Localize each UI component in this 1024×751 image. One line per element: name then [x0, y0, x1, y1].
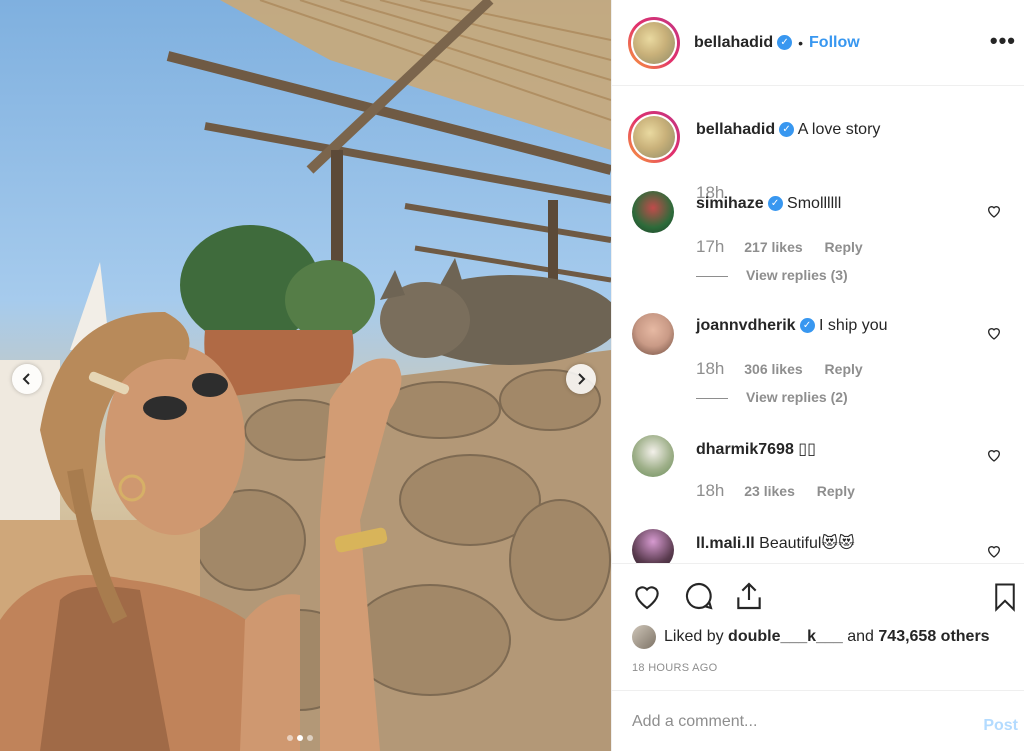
comment-meta: 18h 23 likes Reply	[696, 481, 855, 501]
post-panel: bellahadid ✓ • Follow ••• bellahadid ✓ A …	[611, 0, 1024, 751]
add-comment-bar: Post	[612, 690, 1024, 751]
comment-body: Smollllll	[787, 195, 842, 212]
carousel-next-button[interactable]	[566, 364, 596, 394]
carousel-dot-active	[297, 735, 303, 741]
comment-text: joannvdherik ✓ I ship you	[696, 317, 888, 335]
photo-illustration	[0, 0, 611, 751]
commenter-username[interactable]: dharmik7698	[696, 441, 794, 458]
comment-bubble-icon[interactable]	[682, 580, 716, 612]
post-photo[interactable]	[0, 0, 611, 751]
likes-middle: and	[847, 628, 874, 645]
comment-time[interactable]: 18h	[696, 481, 724, 500]
comment-text: simihaze ✓ Smollllll	[696, 195, 841, 213]
follow-button[interactable]: Follow	[809, 34, 860, 52]
action-bar	[612, 563, 1024, 625]
carousel-indicator	[287, 735, 313, 741]
reply-button[interactable]: Reply	[825, 239, 863, 255]
heart-icon[interactable]	[986, 447, 1002, 463]
reply-button[interactable]: Reply	[817, 483, 855, 499]
commenter-username[interactable]: joannvdherik	[696, 317, 796, 334]
commenter-username[interactable]: simihaze	[696, 195, 764, 212]
carousel-prev-button[interactable]	[12, 364, 42, 394]
view-replies-label: View replies (2)	[746, 389, 848, 405]
likes-prefix: Liked by	[664, 628, 724, 645]
heart-icon[interactable]	[986, 543, 1002, 559]
view-replies-label: View replies (3)	[746, 267, 848, 283]
post-header: bellahadid ✓ • Follow •••	[612, 0, 1024, 86]
bookmark-icon[interactable]	[990, 580, 1020, 614]
likes-summary: Liked by double___k___ and 743,658 other…	[632, 625, 990, 649]
author-avatar[interactable]	[628, 16, 680, 69]
comment-likes[interactable]: 23 likes	[744, 483, 795, 499]
comment-body: Beautiful😻😻	[759, 535, 855, 552]
post-comment-button[interactable]: Post	[983, 717, 1018, 735]
separator: •	[798, 34, 804, 51]
chevron-left-icon	[22, 373, 30, 385]
verified-badge-icon: ✓	[779, 122, 795, 138]
verified-badge-icon: ✓	[767, 196, 783, 212]
more-options-icon[interactable]: •••	[990, 28, 1016, 54]
author-username[interactable]: bellahadid	[694, 34, 773, 52]
share-upload-icon[interactable]	[733, 580, 765, 612]
comment-meta: 17h 217 likes Reply	[696, 237, 863, 257]
commenter-avatar[interactable]	[632, 313, 674, 355]
heart-icon[interactable]	[986, 203, 1002, 219]
like-heart-icon[interactable]	[630, 580, 664, 612]
comment-body: I ship you	[819, 317, 888, 334]
caption-avatar[interactable]	[628, 111, 680, 163]
verified-badge-icon: ✓	[777, 35, 793, 50]
caption-text: bellahadid ✓ A love story	[696, 121, 880, 139]
carousel-dot	[307, 735, 313, 741]
view-replies-button[interactable]: View replies (2)	[696, 389, 848, 405]
comment-text: dharmik7698 ▯▯	[696, 439, 816, 459]
liker-username[interactable]: double___k___	[728, 628, 843, 646]
commenter-avatar[interactable]	[632, 191, 674, 233]
likes-others[interactable]: 743,658 others	[878, 628, 989, 646]
caption-username[interactable]: bellahadid	[696, 121, 775, 138]
carousel-dot	[287, 735, 293, 741]
chevron-right-icon	[578, 373, 586, 385]
view-replies-button[interactable]: View replies (3)	[696, 267, 848, 283]
liker-avatar[interactable]	[632, 625, 656, 649]
comment-likes[interactable]: 306 likes	[744, 361, 802, 377]
commenter-avatar[interactable]	[632, 529, 674, 563]
verified-badge-icon: ✓	[799, 318, 815, 334]
comment-text: ll.mali.ll Beautiful😻😻	[696, 533, 855, 553]
comment-body: ▯▯	[798, 441, 816, 458]
comments-list[interactable]: bellahadid ✓ A love story 18h simihaze ✓ S…	[612, 87, 1024, 563]
heart-icon[interactable]	[986, 325, 1002, 341]
add-comment-input[interactable]	[632, 713, 952, 731]
comment-time[interactable]: 17h	[696, 237, 724, 256]
caption-body: A love story	[797, 121, 881, 138]
commenter-avatar[interactable]	[632, 435, 674, 477]
comment-likes[interactable]: 217 likes	[744, 239, 802, 255]
post-timestamp[interactable]: 18 HOURS AGO	[632, 662, 718, 674]
commenter-username[interactable]: ll.mali.ll	[696, 535, 755, 552]
comment-meta: 18h 306 likes Reply	[696, 359, 863, 379]
reply-button[interactable]: Reply	[825, 361, 863, 377]
comment-time[interactable]: 18h	[696, 359, 724, 378]
